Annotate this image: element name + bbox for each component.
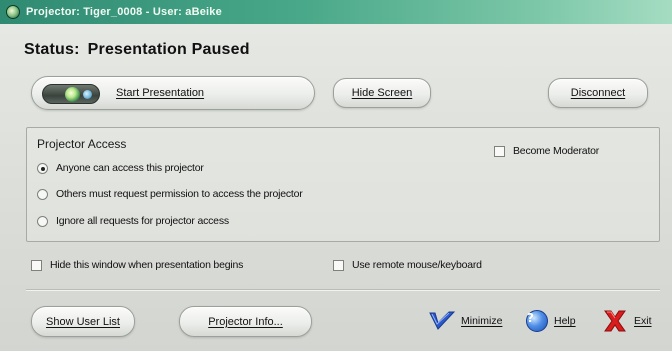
bottom-divider — [26, 289, 660, 291]
access-option-ignore[interactable]: Ignore all requests for projector access — [37, 215, 229, 227]
minimize-label: Minimize — [461, 315, 503, 327]
projector-info-button[interactable]: Projector Info... — [179, 306, 312, 337]
status-value: Presentation Paused — [87, 41, 250, 58]
title-bar[interactable]: Projector: Tiger_0008 - User: aBeike — [0, 0, 672, 24]
exit-icon[interactable] — [602, 309, 628, 333]
remote-input-label: Use remote mouse/keyboard — [352, 259, 482, 271]
access-option-anyone[interactable]: Anyone can access this projector — [37, 162, 204, 174]
projector-app-icon — [6, 5, 20, 19]
hide-window-label: Hide this window when presentation begin… — [50, 259, 244, 271]
radio-anyone[interactable] — [37, 162, 48, 174]
status-line: Status: Presentation Paused — [24, 41, 250, 59]
exit-label: Exit — [634, 315, 652, 327]
minimize-action[interactable]: Minimize — [429, 309, 502, 333]
start-presentation-button[interactable]: Start Presentation — [31, 76, 315, 110]
access-option-request-label: Others must request permission to access… — [56, 188, 303, 200]
window-title: Projector: Tiger_0008 - User: aBeike — [26, 6, 222, 18]
projector-access-legend: Projector Access — [37, 137, 127, 151]
projector-info-label: Projector Info... — [208, 315, 283, 328]
become-moderator-option[interactable]: Become Moderator — [494, 145, 599, 157]
disconnect-button[interactable]: Disconnect — [548, 78, 648, 108]
access-option-request[interactable]: Others must request permission to access… — [37, 188, 303, 200]
radio-request[interactable] — [37, 188, 48, 200]
hide-window-option[interactable]: Hide this window when presentation begin… — [31, 259, 243, 271]
projector-icon — [42, 84, 100, 104]
help-action[interactable]: ? Help — [526, 309, 576, 333]
access-option-anyone-label: Anyone can access this projector — [56, 162, 204, 174]
show-user-list-label: Show User List — [46, 315, 120, 328]
remote-input-checkbox[interactable] — [333, 259, 344, 271]
show-user-list-button[interactable]: Show User List — [31, 306, 135, 337]
minimize-icon[interactable] — [429, 310, 456, 332]
access-option-ignore-label: Ignore all requests for projector access — [56, 215, 229, 227]
disconnect-label: Disconnect — [570, 87, 626, 99]
become-moderator-checkbox[interactable] — [494, 145, 505, 157]
hide-screen-button[interactable]: Hide Screen — [333, 78, 431, 108]
help-icon[interactable]: ? — [526, 310, 548, 332]
hide-screen-label: Hide Screen — [351, 87, 413, 99]
start-presentation-label: Start Presentation — [116, 87, 205, 99]
remote-input-option[interactable]: Use remote mouse/keyboard — [333, 259, 482, 271]
radio-ignore[interactable] — [37, 215, 48, 227]
status-label: Status: — [24, 41, 80, 58]
become-moderator-label: Become Moderator — [513, 145, 600, 157]
hide-window-checkbox[interactable] — [31, 259, 42, 271]
help-label: Help — [554, 315, 576, 327]
exit-action[interactable]: Exit — [602, 309, 652, 333]
